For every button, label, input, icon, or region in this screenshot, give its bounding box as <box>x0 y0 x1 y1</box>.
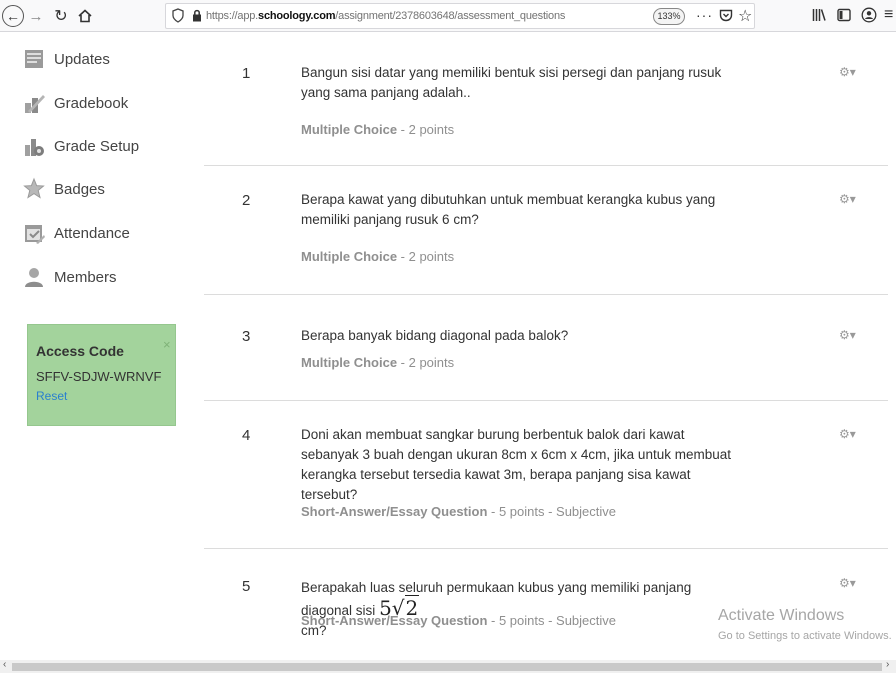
question-text: Berapakah luas seluruh permukaan kubus y… <box>301 578 741 641</box>
question-meta: Short-Answer/Essay Question - 5 points -… <box>301 613 616 628</box>
sidebar-item-badges[interactable]: Badges <box>22 173 105 205</box>
sidebar-item-updates[interactable]: Updates <box>22 43 110 75</box>
grade-setup-icon <box>22 134 46 158</box>
star-icon[interactable]: ☆ <box>738 6 752 26</box>
page-actions-menu[interactable]: ··· <box>696 7 713 23</box>
sidebar-icon[interactable] <box>837 8 851 27</box>
divider <box>204 548 888 549</box>
gear-icon[interactable]: ⚙▾ <box>839 576 856 590</box>
url-prefix: https://app. <box>206 10 259 22</box>
question-number: 1 <box>242 65 251 82</box>
horizontal-scrollbar[interactable]: ‹ › <box>0 659 896 673</box>
pocket-icon[interactable] <box>719 9 733 27</box>
question-points: - 5 points - Subjective <box>487 504 617 519</box>
question-points: - 2 points <box>397 249 455 264</box>
url-text[interactable]: https://app.schoology.com/assignment/237… <box>206 10 565 22</box>
lock-icon[interactable] <box>192 9 202 27</box>
divider <box>204 165 888 166</box>
question-list: 1 Bangun sisi datar yang memiliki bentuk… <box>204 32 888 660</box>
gradebook-icon <box>22 91 46 115</box>
sidebar-item-grade-setup[interactable]: Grade Setup <box>22 130 139 162</box>
access-code-panel: Access Code × SFFV-SDJW-WRNVF Reset <box>27 324 176 426</box>
sidebar-item-label: Grade Setup <box>54 137 140 155</box>
question-meta: Multiple Choice - 2 points <box>301 122 454 137</box>
question-number: 5 <box>242 578 251 595</box>
question-meta: Short-Answer/Essay Question - 5 points -… <box>301 504 616 519</box>
question-number: 3 <box>242 328 251 345</box>
question-type: Multiple Choice <box>301 355 398 370</box>
home-icon[interactable] <box>76 5 94 27</box>
sidebar-item-label: Updates <box>54 50 110 68</box>
question-points: - 5 points - Subjective <box>487 613 617 628</box>
question-number: 4 <box>242 427 251 444</box>
windows-watermark-title: Activate Windows <box>718 607 845 624</box>
attendance-icon <box>22 221 46 245</box>
access-code-title: Access Code <box>36 343 124 359</box>
question-points: - 2 points <box>397 355 455 370</box>
scroll-left-arrow-icon[interactable]: ‹ <box>3 659 6 670</box>
scrollbar-thumb[interactable] <box>12 663 882 671</box>
sidebar-item-members[interactable]: Members <box>22 261 117 293</box>
sidebar-item-label: Attendance <box>54 224 130 242</box>
question-type: Short-Answer/Essay Question <box>301 504 488 519</box>
shield-icon[interactable] <box>172 8 184 28</box>
question-text: Doni akan membuat sangkar burung berbent… <box>301 427 731 502</box>
access-code-value: SFFV-SDJW-WRNVF <box>36 369 162 384</box>
question-type: Multiple Choice <box>301 122 398 137</box>
question-type: Short-Answer/Essay Question <box>301 613 488 628</box>
sidebar-item-attendance[interactable]: Attendance <box>22 217 130 249</box>
gear-icon[interactable]: ⚙▾ <box>839 427 856 441</box>
question-text: Berapa kawat yang dibutuhkan untuk membu… <box>301 192 716 227</box>
gear-icon[interactable]: ⚙▾ <box>839 192 856 206</box>
back-icon[interactable]: ← <box>2 5 24 27</box>
sidebar-item-label: Gradebook <box>54 94 129 112</box>
badge-icon <box>22 177 46 201</box>
divider <box>204 400 888 401</box>
gear-icon[interactable]: ⚙▾ <box>839 65 856 79</box>
question-points: - 2 points <box>397 122 455 137</box>
question-type: Multiple Choice <box>301 249 398 264</box>
sidebar-item-label: Badges <box>54 180 105 198</box>
library-icon[interactable] <box>812 8 826 27</box>
browser-toolbar: ← → ↻ https://app.schoology.com/assignme… <box>0 0 896 32</box>
question-text: Bangun sisi datar yang memiliki bentuk s… <box>301 65 722 100</box>
close-icon[interactable]: × <box>163 337 171 352</box>
sidebar-item-label: Members <box>54 268 117 286</box>
reload-icon[interactable]: ↻ <box>52 5 70 27</box>
sidebar-item-gradebook[interactable]: Gradebook <box>22 87 128 119</box>
url-domain: schoology.com <box>258 10 336 22</box>
question-text: Berapa banyak bidang diagonal pada balok… <box>301 328 569 343</box>
windows-watermark-subtitle: Go to Settings to activate Windows. <box>718 630 892 642</box>
divider <box>204 294 888 295</box>
forward-icon[interactable]: → <box>28 5 44 27</box>
question-number: 2 <box>242 192 251 209</box>
gear-icon[interactable]: ⚙▾ <box>839 328 856 342</box>
question-meta: Multiple Choice - 2 points <box>301 355 454 370</box>
account-icon[interactable] <box>861 7 877 28</box>
scroll-right-arrow-icon[interactable]: › <box>886 659 889 670</box>
updates-icon <box>22 47 46 71</box>
members-icon <box>22 265 46 289</box>
menu-icon[interactable]: ≡ <box>884 6 893 24</box>
url-path: /assignment/2378603648/assessment_questi… <box>335 10 566 22</box>
zoom-level-badge[interactable]: 133% <box>653 8 685 25</box>
address-bar[interactable]: https://app.schoology.com/assignment/237… <box>165 3 755 29</box>
reset-access-code-link[interactable]: Reset <box>36 389 67 403</box>
question-meta: Multiple Choice - 2 points <box>301 249 454 264</box>
